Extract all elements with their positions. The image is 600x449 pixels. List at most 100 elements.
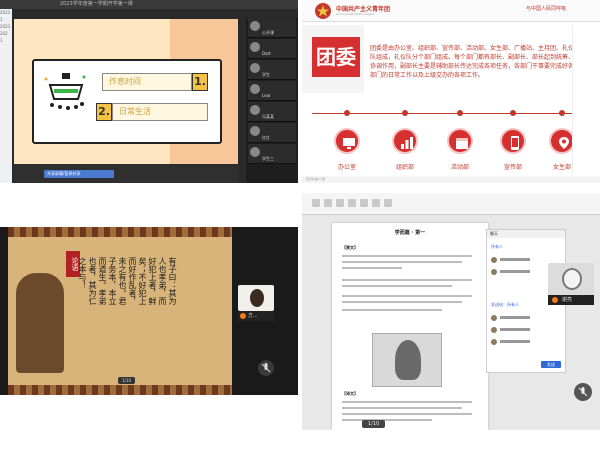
toolbar-button[interactable] (384, 199, 392, 207)
mic-off-icon (261, 363, 271, 373)
chat-message (491, 314, 561, 322)
text-column: 子务本，本立 (108, 257, 117, 305)
timeline-line (312, 113, 582, 114)
timeline-dot (344, 110, 350, 116)
participant-video[interactable] (548, 263, 594, 295)
timeline-dot (510, 110, 516, 116)
toolbar-button[interactable] (360, 199, 368, 207)
slide-thumb-label[interactable]: 202 (0, 30, 12, 37)
toolbar-button[interactable] (336, 199, 344, 207)
avatar (250, 63, 260, 73)
page-indicator: 1/10 (362, 420, 386, 428)
chat-header: 聊天 (487, 230, 565, 238)
portrait-image (372, 333, 442, 387)
avatar (491, 315, 497, 321)
league-emblem-icon (315, 3, 331, 19)
department-label: 活动部 (450, 164, 469, 171)
participant-tile[interactable]: 学生三 (248, 144, 296, 164)
scroll-body: 论语 有子曰：其为 人也孝弟，而 好犯上者，鲜 矣；不好犯上 而好作乱者， 未之… (8, 237, 232, 385)
toolbar (302, 193, 600, 215)
menu-item-schedule[interactable]: 作息时间 (102, 73, 192, 91)
share-screen-button[interactable]: 共享屏幕/暂停共享 (44, 170, 114, 178)
mute-button[interactable] (258, 360, 274, 376)
participant-tile[interactable]: Dart (248, 39, 296, 59)
chat-target[interactable]: 发送给：所有人 (491, 302, 519, 308)
doc-title: 学而篇 · 第一 (394, 230, 426, 236)
menu-number: 1. (192, 73, 208, 91)
department-label: 宣传部 (503, 164, 522, 171)
menu-item-daily-life[interactable]: 日常生活 (112, 103, 208, 121)
participant-name: 方... (238, 311, 274, 321)
doc-heading: 【译文】 (342, 391, 358, 396)
mic-off-icon (578, 387, 588, 397)
confucius-figure (16, 273, 64, 373)
slogan: 与中国人民同呼吸 (526, 6, 567, 12)
participant-tile[interactable]: Lear (248, 81, 296, 101)
side-panel (572, 25, 600, 175)
timeline-dot (559, 110, 565, 116)
chat-message (491, 338, 561, 346)
slide-thumb-label[interactable]: 1 (0, 37, 12, 44)
avatar (250, 84, 260, 94)
mic-icon (240, 313, 246, 319)
avatar (250, 42, 260, 52)
participant-tile[interactable]: 学生 (248, 60, 296, 80)
avatar (491, 269, 497, 275)
bar-chart-icon (392, 128, 418, 154)
slide-thumbnail-panel[interactable]: 2023 1 2023 202 1 (0, 9, 12, 183)
status-bar: 幻灯片第 1 张 (302, 176, 600, 183)
participant-name: 谢亮 (548, 295, 594, 305)
meeting-window-schedule: 2023学年度第一学期开学第一课 2023 1 2023 202 1 作息时间 … (0, 0, 298, 183)
text-column: 之本与！ (78, 257, 87, 289)
mic-icon (552, 297, 558, 303)
avatar (250, 105, 260, 115)
chat-link[interactable]: 所有人 (491, 244, 503, 250)
page-indicator: 1/10 (118, 377, 135, 384)
slide-title: 团委 (312, 37, 360, 77)
participant-list: 公开课 Dart 学生 Lear 冯某某 红红 学生三 (246, 18, 298, 183)
slide-thumb-label[interactable]: 1 (0, 16, 12, 23)
avatar (562, 268, 582, 290)
slide-thumb-label[interactable]: 2023 (0, 9, 12, 16)
text-column: 也者，其为仁 (88, 257, 97, 305)
toolbar-button[interactable] (312, 199, 320, 207)
avatar (250, 289, 264, 307)
mute-button[interactable] (574, 383, 592, 401)
toolbar-button[interactable] (372, 199, 380, 207)
participant-tile[interactable]: 冯某某 (248, 102, 296, 122)
text-column: 有子曰：其为 (168, 257, 177, 305)
toolbar-button[interactable] (348, 199, 356, 207)
participant-tile[interactable]: 公开课 (248, 18, 296, 38)
participant-video[interactable] (238, 285, 274, 311)
toolbar-button[interactable] (324, 199, 332, 207)
doc-heading: 【原文】 (342, 245, 358, 250)
department-label: 办公室 (337, 164, 356, 171)
slide-header: 中国共产主义青年团 Communist Youth League 与中国人民同呼… (302, 0, 600, 22)
logo-subtitle: Communist Youth League (336, 12, 375, 16)
slide-paragraph: 团委是由办公室、组织部、宣传部、活动部、女生部、广播站、主持团、礼仪队组成，礼仪… (370, 45, 575, 79)
avatar (491, 257, 497, 263)
text-column: 而道生。孝弟 (98, 257, 107, 305)
menu-number: 2. (96, 103, 112, 121)
meeting-controls: 共享屏幕/暂停共享 (14, 165, 238, 183)
avatar (491, 339, 497, 345)
timeline-dot (457, 110, 463, 116)
timeline-dot (402, 110, 408, 116)
text-column: 未之有也。君 (118, 257, 127, 305)
send-button[interactable]: 发送 (541, 361, 561, 368)
border-pattern (8, 385, 232, 395)
text-column: 而好作乱者， (128, 257, 137, 305)
presentation-slide: 作息时间 1. 2. 日常生活 (14, 19, 238, 164)
scroll-slide: 论语 有子曰：其为 人也孝弟，而 好犯上者，鲜 矣；不好犯上 而好作乱者， 未之… (8, 227, 232, 395)
window-title: 2023学年度第一学期开学第一课 (0, 0, 298, 9)
border-pattern (8, 227, 232, 237)
text-column: 矣；不好犯上 (138, 257, 147, 305)
participant-tile[interactable]: 红红 (248, 123, 296, 143)
text-column: 人也孝弟，而 (158, 257, 167, 305)
slide-analects: 论语 有子曰：其为 人也孝弟，而 好犯上者，鲜 矣；不好犯上 而好作乱者， 未之… (0, 227, 298, 395)
avatar (250, 21, 260, 31)
slide-content-box: 作息时间 1. 2. 日常生活 (32, 59, 222, 144)
bowl-icon (44, 73, 86, 110)
chat-message (491, 326, 561, 334)
slide-thumb-label[interactable]: 2023 (0, 23, 12, 30)
